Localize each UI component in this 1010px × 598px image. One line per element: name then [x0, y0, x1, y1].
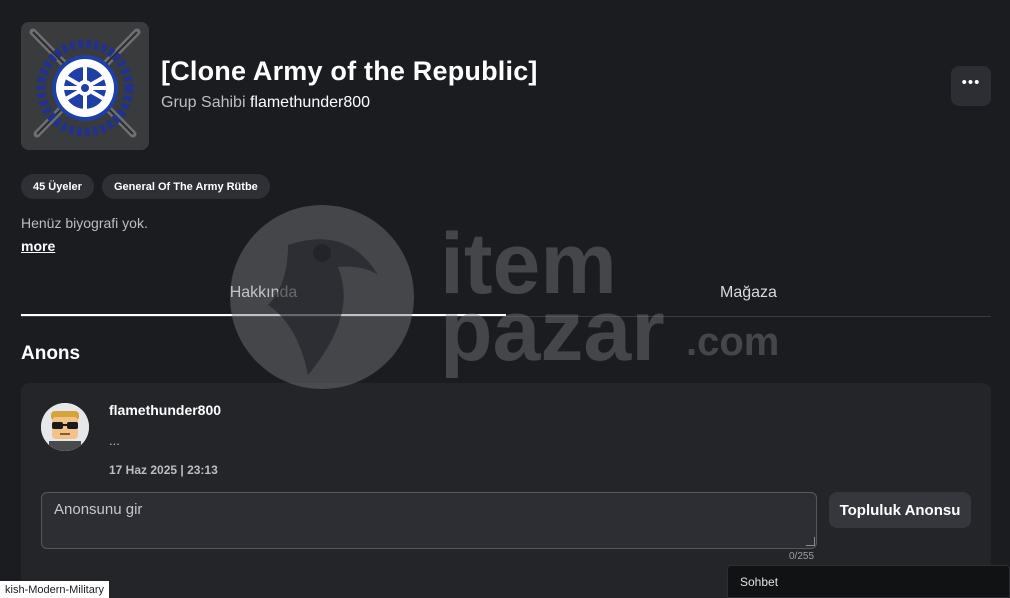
group-header: [Clone Army of the Republic] Grup Sahibi… [21, 22, 991, 150]
galactic-republic-emblem-icon [21, 22, 149, 150]
announcement-input[interactable] [41, 492, 817, 549]
bio-more-link[interactable]: more [21, 238, 55, 254]
post-author[interactable]: flamethunder800 [109, 402, 221, 418]
tab-about[interactable]: Hakkında [21, 270, 506, 316]
chat-bar[interactable]: Sohbet [727, 565, 1010, 598]
status-tooltip: kish-Modern-Military [0, 581, 110, 598]
active-tab-indicator [21, 314, 506, 316]
textarea-resize-handle[interactable] [806, 537, 815, 546]
members-chip[interactable]: 45 Üyeler [21, 174, 94, 199]
post-timestamp: 17 Haz 2025 | 23:13 [109, 463, 218, 477]
group-owner: Grup Sahibi flamethunder800 [161, 94, 370, 112]
community-announcement-button[interactable]: Topluluk Anonsu [829, 492, 971, 528]
rank-chip[interactable]: General Of The Army Rütbe [101, 174, 270, 199]
group-stats: 45 Üyeler General Of The Army Rütbe [21, 174, 270, 199]
user-avatar-icon [41, 403, 89, 451]
tab-store[interactable]: Mağaza [506, 270, 991, 316]
watermark-suffix: .com [686, 320, 779, 364]
announcements-heading: Anons [21, 343, 81, 364]
owner-name-link[interactable]: flamethunder800 [250, 94, 370, 111]
group-tabs: Hakkında Mağaza [21, 270, 991, 317]
post-body: ... [109, 433, 120, 448]
owner-prefix: Grup Sahibi [161, 94, 246, 111]
group-title: [Clone Army of the Republic] [161, 56, 538, 86]
ellipsis-icon: ••• [961, 74, 981, 91]
chat-label: Sohbet [740, 574, 779, 589]
group-bio: Henüz biyografi yok. [21, 215, 148, 231]
group-emblem[interactable] [21, 22, 149, 150]
group-page: [Clone Army of the Republic] Grup Sahibi… [0, 0, 1010, 598]
character-counter: 0/255 [789, 551, 815, 562]
avatar[interactable] [41, 403, 89, 451]
more-options-button[interactable]: ••• [951, 66, 991, 106]
